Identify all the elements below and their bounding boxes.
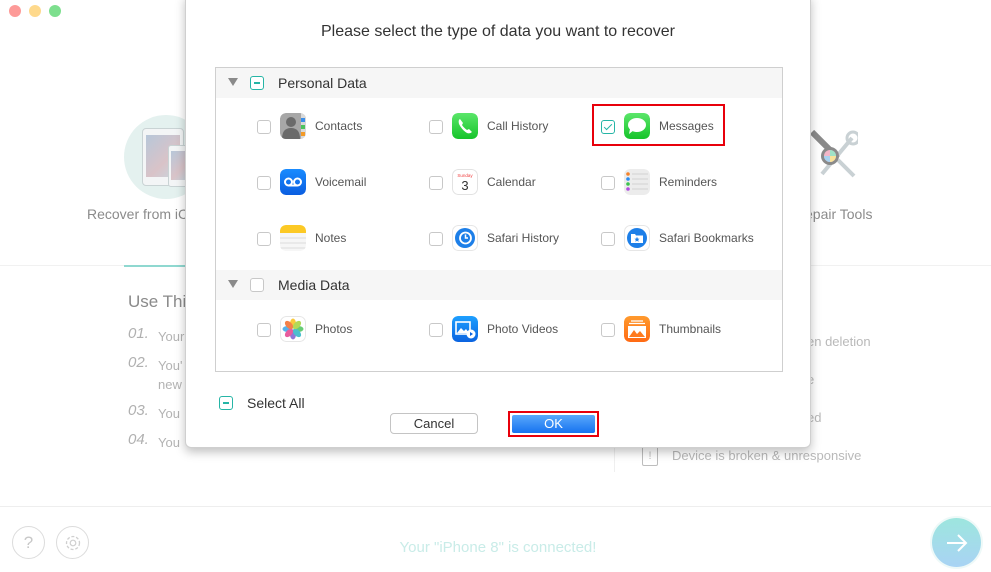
item-checkbox[interactable] — [429, 120, 443, 134]
item-reminders[interactable]: Reminders — [601, 169, 771, 197]
zoom-window-button[interactable] — [49, 5, 61, 17]
item-call-history[interactable]: Call History — [429, 113, 599, 141]
notes-icon — [280, 225, 306, 251]
thumbnails-icon — [624, 316, 650, 342]
connection-status: Your "iPhone 8" is connected! — [399, 539, 597, 556]
data-type-list: Personal Data Contacts Call History Mess… — [215, 67, 783, 372]
dialog-title: Please select the type of data you want … — [321, 23, 675, 40]
item-contacts[interactable]: Contacts — [257, 113, 427, 141]
collapse-triangle-icon[interactable] — [228, 280, 238, 288]
item-checkbox[interactable] — [601, 232, 615, 246]
item-label: Notes — [315, 231, 347, 245]
calendar-icon: Sunday 3 — [452, 169, 478, 195]
safari-bookmarks-icon — [624, 225, 650, 251]
item-label: Call History — [487, 119, 549, 133]
item-label: Photos — [315, 322, 353, 336]
group-checkbox[interactable] — [250, 278, 264, 292]
close-window-button[interactable] — [9, 5, 21, 17]
item-checkbox[interactable] — [429, 232, 443, 246]
item-checkbox[interactable] — [601, 323, 615, 337]
photos-icon — [280, 316, 306, 342]
app-window: Recover from iC epair Tools Use Thi 01. … — [0, 0, 991, 572]
footer-divider — [0, 506, 991, 507]
phone-icon — [452, 113, 478, 139]
next-button[interactable] — [932, 518, 981, 567]
item-checkbox[interactable] — [257, 232, 271, 246]
item-safari-bookmarks[interactable]: Safari Bookmarks — [601, 225, 771, 253]
item-label: Voicemail — [315, 175, 367, 189]
item-photos[interactable]: Photos — [257, 316, 427, 344]
item-checkbox[interactable] — [257, 120, 271, 134]
group-checkbox[interactable] — [250, 76, 264, 90]
item-label: Contacts — [315, 119, 363, 133]
svg-text:3: 3 — [461, 178, 468, 193]
item-label: Safari History — [487, 231, 560, 245]
messages-highlight-box — [592, 104, 725, 146]
item-voicemail[interactable]: Voicemail — [257, 169, 427, 197]
active-tab-indicator — [124, 265, 186, 267]
item-thumbnails[interactable]: Thumbnails — [601, 316, 771, 344]
select-all-label: Select All — [247, 395, 305, 411]
ok-button[interactable]: OK — [512, 415, 595, 433]
repair-tools-icon — [809, 130, 858, 178]
group-personal-data: Personal Data — [216, 68, 782, 98]
item-label: Reminders — [659, 175, 718, 189]
voicemail-icon — [280, 169, 306, 195]
photo-videos-icon — [452, 316, 478, 342]
mode-label: epair Tools — [805, 206, 873, 222]
item-checkbox[interactable] — [257, 323, 271, 337]
item-safari-history[interactable]: Safari History — [429, 225, 599, 253]
group-media-data: Media Data — [216, 270, 782, 300]
item-checkbox[interactable] — [601, 176, 615, 190]
cancel-button[interactable]: Cancel — [390, 413, 478, 434]
collapse-triangle-icon[interactable] — [228, 78, 238, 86]
ok-highlight-box: OK — [508, 411, 599, 437]
item-photo-videos[interactable]: Photo Videos — [429, 316, 599, 344]
minimize-window-button[interactable] — [29, 5, 41, 17]
item-label: Safari Bookmarks — [659, 231, 754, 245]
section-title: Use Thi — [128, 292, 187, 311]
item-label: Calendar — [487, 175, 536, 189]
scenario-item: Device is broken & unresponsive — [672, 448, 862, 463]
select-all-checkbox[interactable] — [219, 396, 233, 410]
item-calendar[interactable]: Sunday 3 Calendar — [429, 169, 599, 197]
group-label: Media Data — [278, 277, 350, 293]
select-data-type-dialog: Please select the type of data you want … — [185, 0, 811, 448]
arrow-right-icon — [947, 534, 968, 552]
contacts-icon — [280, 113, 306, 139]
item-checkbox[interactable] — [429, 323, 443, 337]
item-label: Thumbnails — [659, 322, 722, 336]
item-notes[interactable]: Notes — [257, 225, 427, 253]
scenario-item: en deletion — [807, 334, 871, 349]
item-label: Photo Videos — [487, 322, 559, 336]
group-label: Personal Data — [278, 75, 367, 91]
exclamation-icon: ! — [642, 446, 658, 466]
item-checkbox[interactable] — [429, 176, 443, 190]
reminders-icon — [624, 169, 650, 195]
mode-label: Recover from iC — [87, 206, 189, 222]
safari-history-icon — [452, 225, 478, 251]
item-checkbox[interactable] — [257, 176, 271, 190]
